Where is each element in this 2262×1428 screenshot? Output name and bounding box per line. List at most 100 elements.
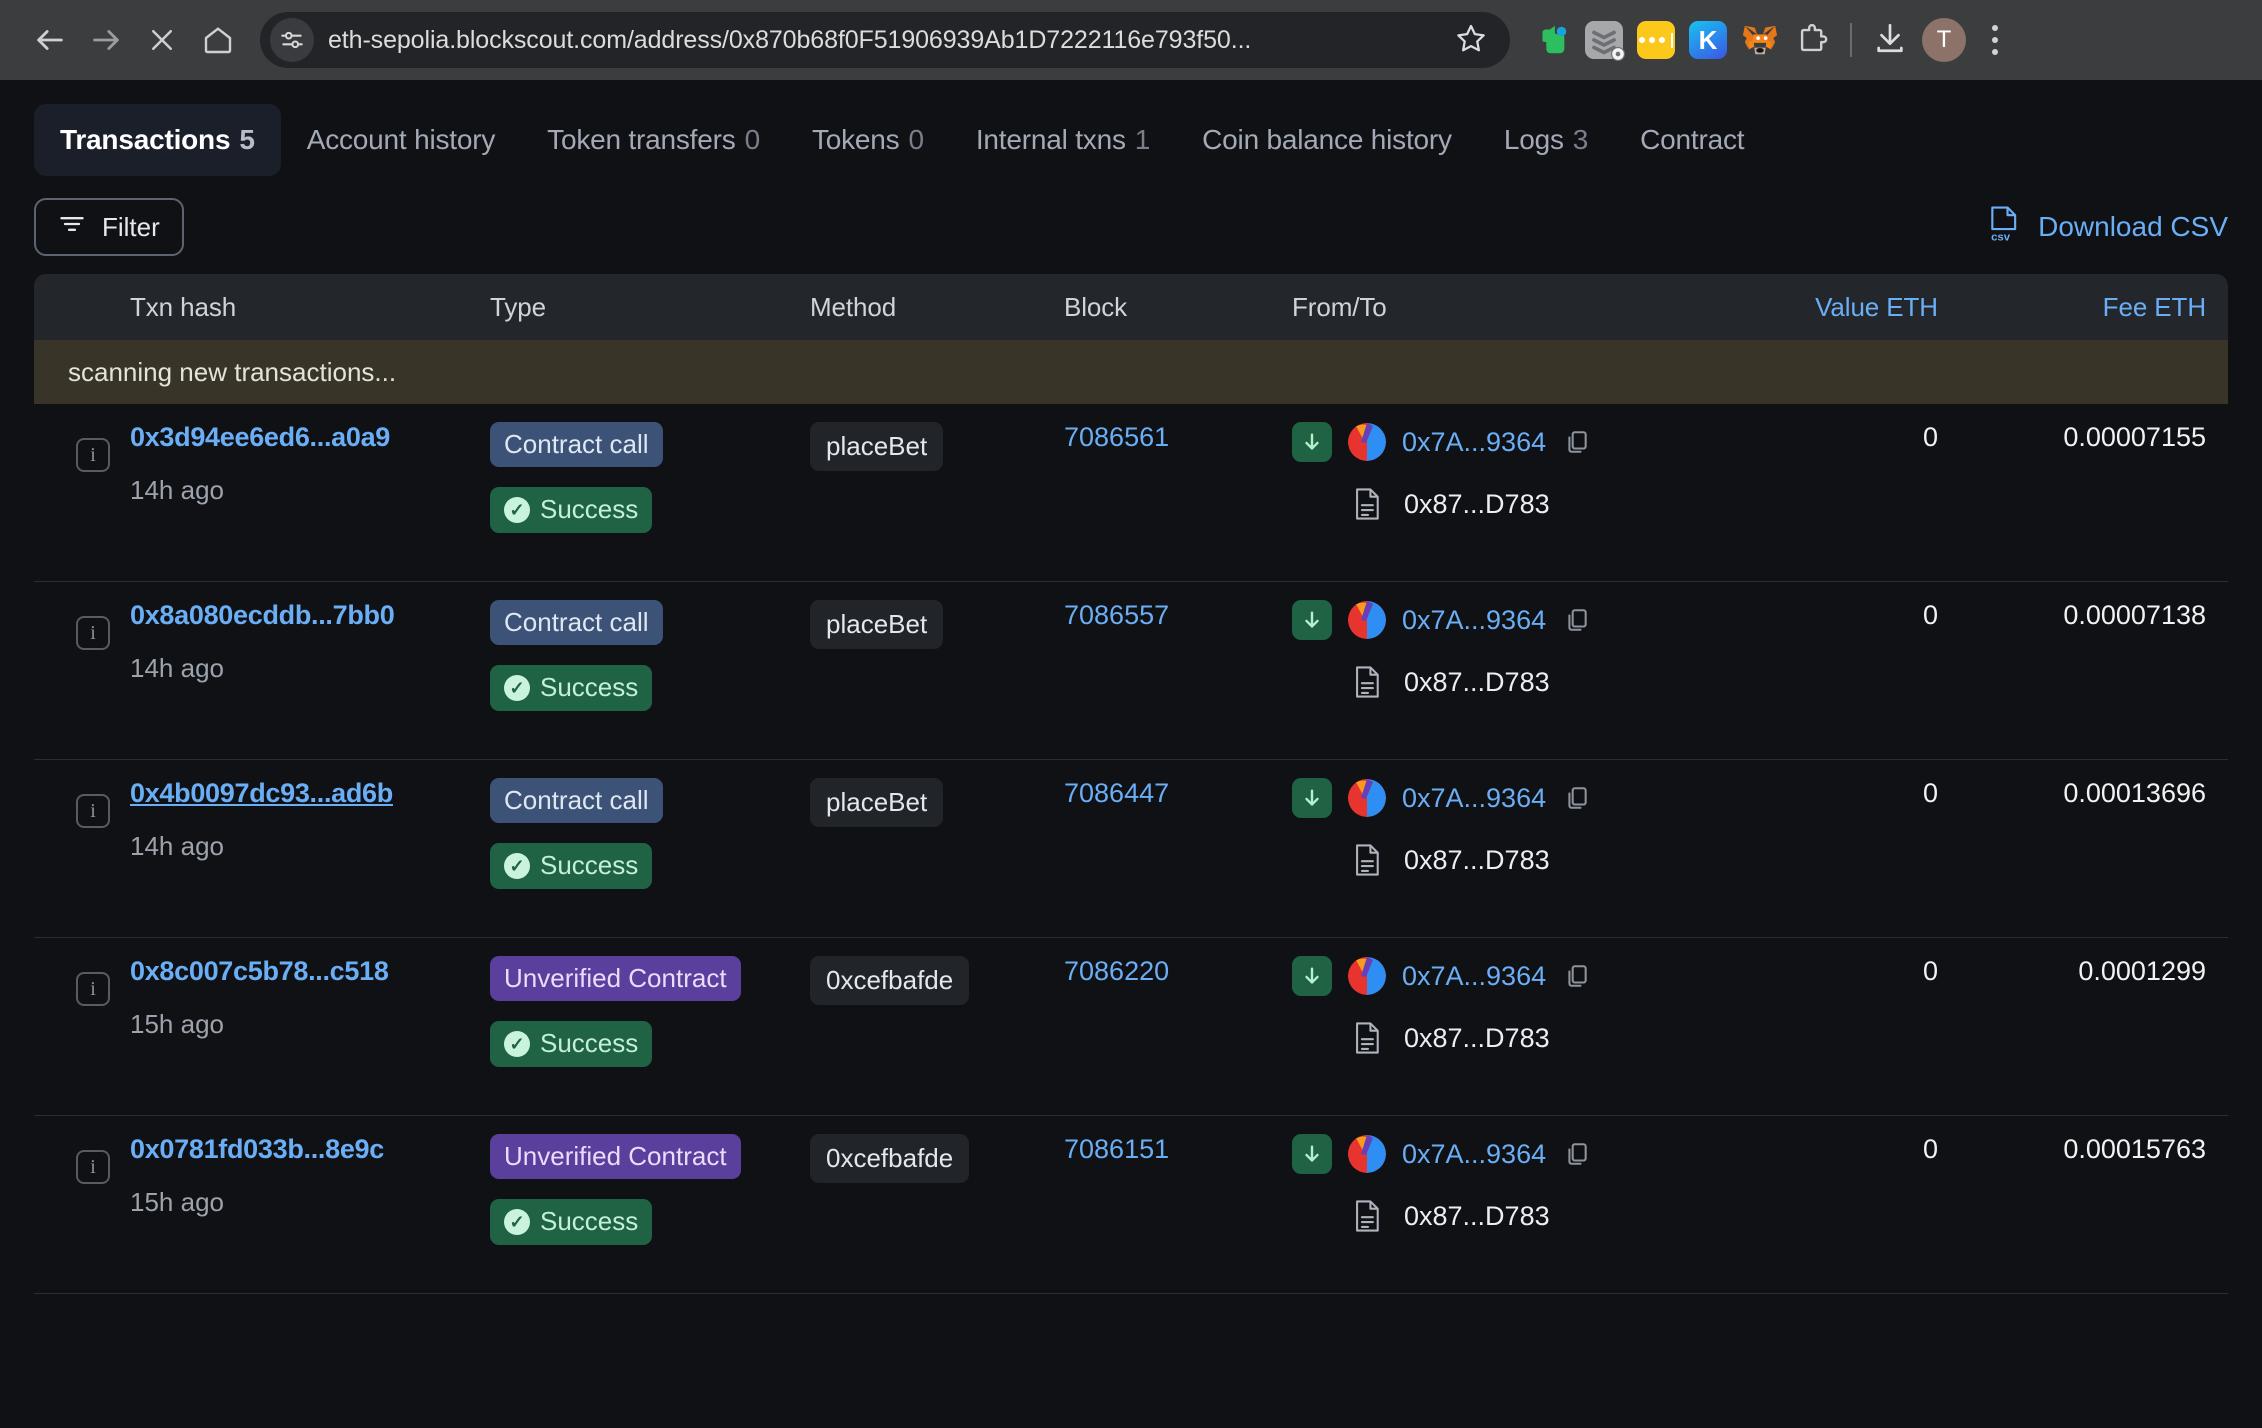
copy-icon[interactable]	[1562, 605, 1592, 635]
url-text[interactable]: eth-sepolia.blockscout.com/address/0x870…	[328, 26, 1448, 55]
check-icon: ✓	[504, 496, 530, 523]
table-row[interactable]: i 0x8a080ecddb...7bb0 14h ago Contract c…	[34, 582, 2228, 760]
header-from-to: From/To	[1292, 291, 1387, 322]
back-button[interactable]	[22, 12, 78, 68]
block-link[interactable]: 7086561	[1064, 422, 1169, 452]
dots-extension-icon[interactable]	[1630, 14, 1682, 66]
chrome-menu-button[interactable]	[1972, 14, 2018, 66]
from-address-link[interactable]: 0x7A...9364	[1402, 961, 1546, 992]
from-line: 0x7A...9364	[1292, 600, 1678, 640]
contract-document-icon	[1348, 484, 1388, 524]
table-row[interactable]: i 0x0781fd033b...8e9c 15h ago Unverified…	[34, 1116, 2228, 1294]
txn-hash-link[interactable]: 0x8c007c5b78...c518	[130, 956, 490, 987]
value-eth: 0	[1922, 600, 1938, 630]
header-fee-eth[interactable]: Fee ETH	[1938, 292, 2228, 323]
fee-eth: 0.00007155	[2063, 422, 2206, 452]
status-badge: ✓ Success	[490, 665, 653, 711]
metamask-extension-icon[interactable]	[1734, 14, 1786, 66]
from-address-link[interactable]: 0x7A...9364	[1402, 1139, 1546, 1170]
evernote-extension-icon[interactable]	[1526, 14, 1578, 66]
kebab-menu-icon	[1992, 25, 1998, 31]
to-address: 0x87...D783	[1404, 1022, 1550, 1053]
status-badge: ✓ Success	[490, 487, 653, 533]
close-icon	[147, 25, 177, 55]
copy-icon[interactable]	[1562, 961, 1592, 991]
tab-label: Coin balance history	[1202, 124, 1452, 155]
bookmark-button[interactable]	[1448, 17, 1494, 63]
table-row[interactable]: i 0x8c007c5b78...c518 15h ago Unverified…	[34, 938, 2228, 1116]
type-badge: Contract call	[490, 778, 663, 824]
puzzle-extensions-icon[interactable]	[1786, 14, 1838, 66]
tab-account-history[interactable]: Account history	[281, 104, 521, 176]
check-icon: ✓	[504, 1030, 530, 1057]
check-icon: ✓	[504, 852, 530, 879]
txn-age: 14h ago	[130, 475, 224, 505]
tab-logs[interactable]: Logs 3	[1478, 104, 1614, 176]
tab-label: Token transfers	[547, 124, 736, 155]
table-row[interactable]: i 0x3d94ee6ed6...a0a9 14h ago Contract c…	[34, 404, 2228, 582]
forward-button[interactable]	[78, 12, 134, 68]
from-line: 0x7A...9364	[1292, 778, 1678, 818]
info-icon[interactable]: i	[76, 616, 110, 650]
todoist-extension-icon[interactable]	[1578, 14, 1630, 66]
address-identicon	[1348, 957, 1386, 995]
filter-label: Filter	[102, 211, 160, 242]
to-address: 0x87...D783	[1404, 1200, 1550, 1231]
from-line: 0x7A...9364	[1292, 956, 1678, 996]
tab-token-transfers[interactable]: Token transfers 0	[521, 104, 786, 176]
tab-transactions[interactable]: Transactions 5	[34, 104, 281, 176]
block-link[interactable]: 7086220	[1064, 956, 1169, 986]
tab-count: 1	[1134, 124, 1151, 155]
txn-hash-link[interactable]: 0x8a080ecddb...7bb0	[130, 600, 490, 631]
scanning-banner: scanning new transactions...	[34, 340, 2228, 404]
to-address: 0x87...D783	[1404, 488, 1550, 519]
block-link[interactable]: 7086151	[1064, 1134, 1169, 1164]
arrow-down-in-icon	[1292, 1134, 1332, 1174]
arrow-down-in-icon	[1292, 956, 1332, 996]
status-label: Success	[540, 672, 639, 703]
stop-button[interactable]	[134, 12, 190, 68]
info-icon[interactable]: i	[76, 438, 110, 472]
home-button[interactable]	[190, 12, 246, 68]
type-badge: Contract call	[490, 600, 663, 646]
browser-toolbar: eth-sepolia.blockscout.com/address/0x870…	[0, 0, 2262, 80]
tab-contract[interactable]: Contract	[1614, 104, 1770, 176]
tab-internal-txns[interactable]: Internal txns 1	[950, 104, 1176, 176]
txn-hash-link[interactable]: 0x0781fd033b...8e9c	[130, 1134, 490, 1165]
from-address-link[interactable]: 0x7A...9364	[1402, 605, 1546, 636]
keeper-letter: K	[1698, 25, 1718, 55]
contract-document-icon	[1348, 840, 1388, 880]
download-icon	[1873, 21, 1907, 60]
address-bar[interactable]: eth-sepolia.blockscout.com/address/0x870…	[260, 12, 1510, 68]
block-link[interactable]: 7086447	[1064, 778, 1169, 808]
header-value-eth[interactable]: Value ETH	[1678, 292, 1938, 323]
download-csv-button[interactable]: csv Download CSV	[1988, 205, 2228, 250]
tab-coin-balance-history[interactable]: Coin balance history	[1176, 104, 1478, 176]
txn-age: 14h ago	[130, 653, 224, 683]
copy-icon[interactable]	[1562, 427, 1592, 457]
table-row[interactable]: i 0x4b0097dc93...ad6b 14h ago Contract c…	[34, 760, 2228, 938]
fee-eth: 0.00015763	[2063, 1134, 2206, 1164]
profile-avatar[interactable]: T	[1922, 18, 1966, 62]
keeper-extension-icon[interactable]: K	[1682, 14, 1734, 66]
info-icon[interactable]: i	[76, 972, 110, 1006]
header-block: Block	[1064, 291, 1128, 322]
txn-hash-link[interactable]: 0x3d94ee6ed6...a0a9	[130, 422, 490, 453]
filter-button[interactable]: Filter	[34, 198, 184, 256]
site-settings-icon[interactable]	[270, 18, 314, 62]
downloads-button[interactable]	[1864, 14, 1916, 66]
info-icon[interactable]: i	[76, 794, 110, 828]
from-address-link[interactable]: 0x7A...9364	[1402, 783, 1546, 814]
contract-document-icon	[1348, 1018, 1388, 1058]
info-icon[interactable]: i	[76, 1150, 110, 1184]
copy-icon[interactable]	[1562, 783, 1592, 813]
tab-tokens[interactable]: Tokens 0	[786, 104, 950, 176]
block-link[interactable]: 7086557	[1064, 600, 1169, 630]
tab-label: Logs	[1503, 124, 1564, 155]
status-label: Success	[540, 1206, 639, 1237]
copy-icon[interactable]	[1562, 1139, 1592, 1169]
txn-hash-link[interactable]: 0x4b0097dc93...ad6b	[130, 778, 490, 809]
status-badge: ✓ Success	[490, 843, 653, 889]
to-line: 0x87...D783	[1292, 1018, 1678, 1058]
from-address-link[interactable]: 0x7A...9364	[1402, 427, 1546, 458]
